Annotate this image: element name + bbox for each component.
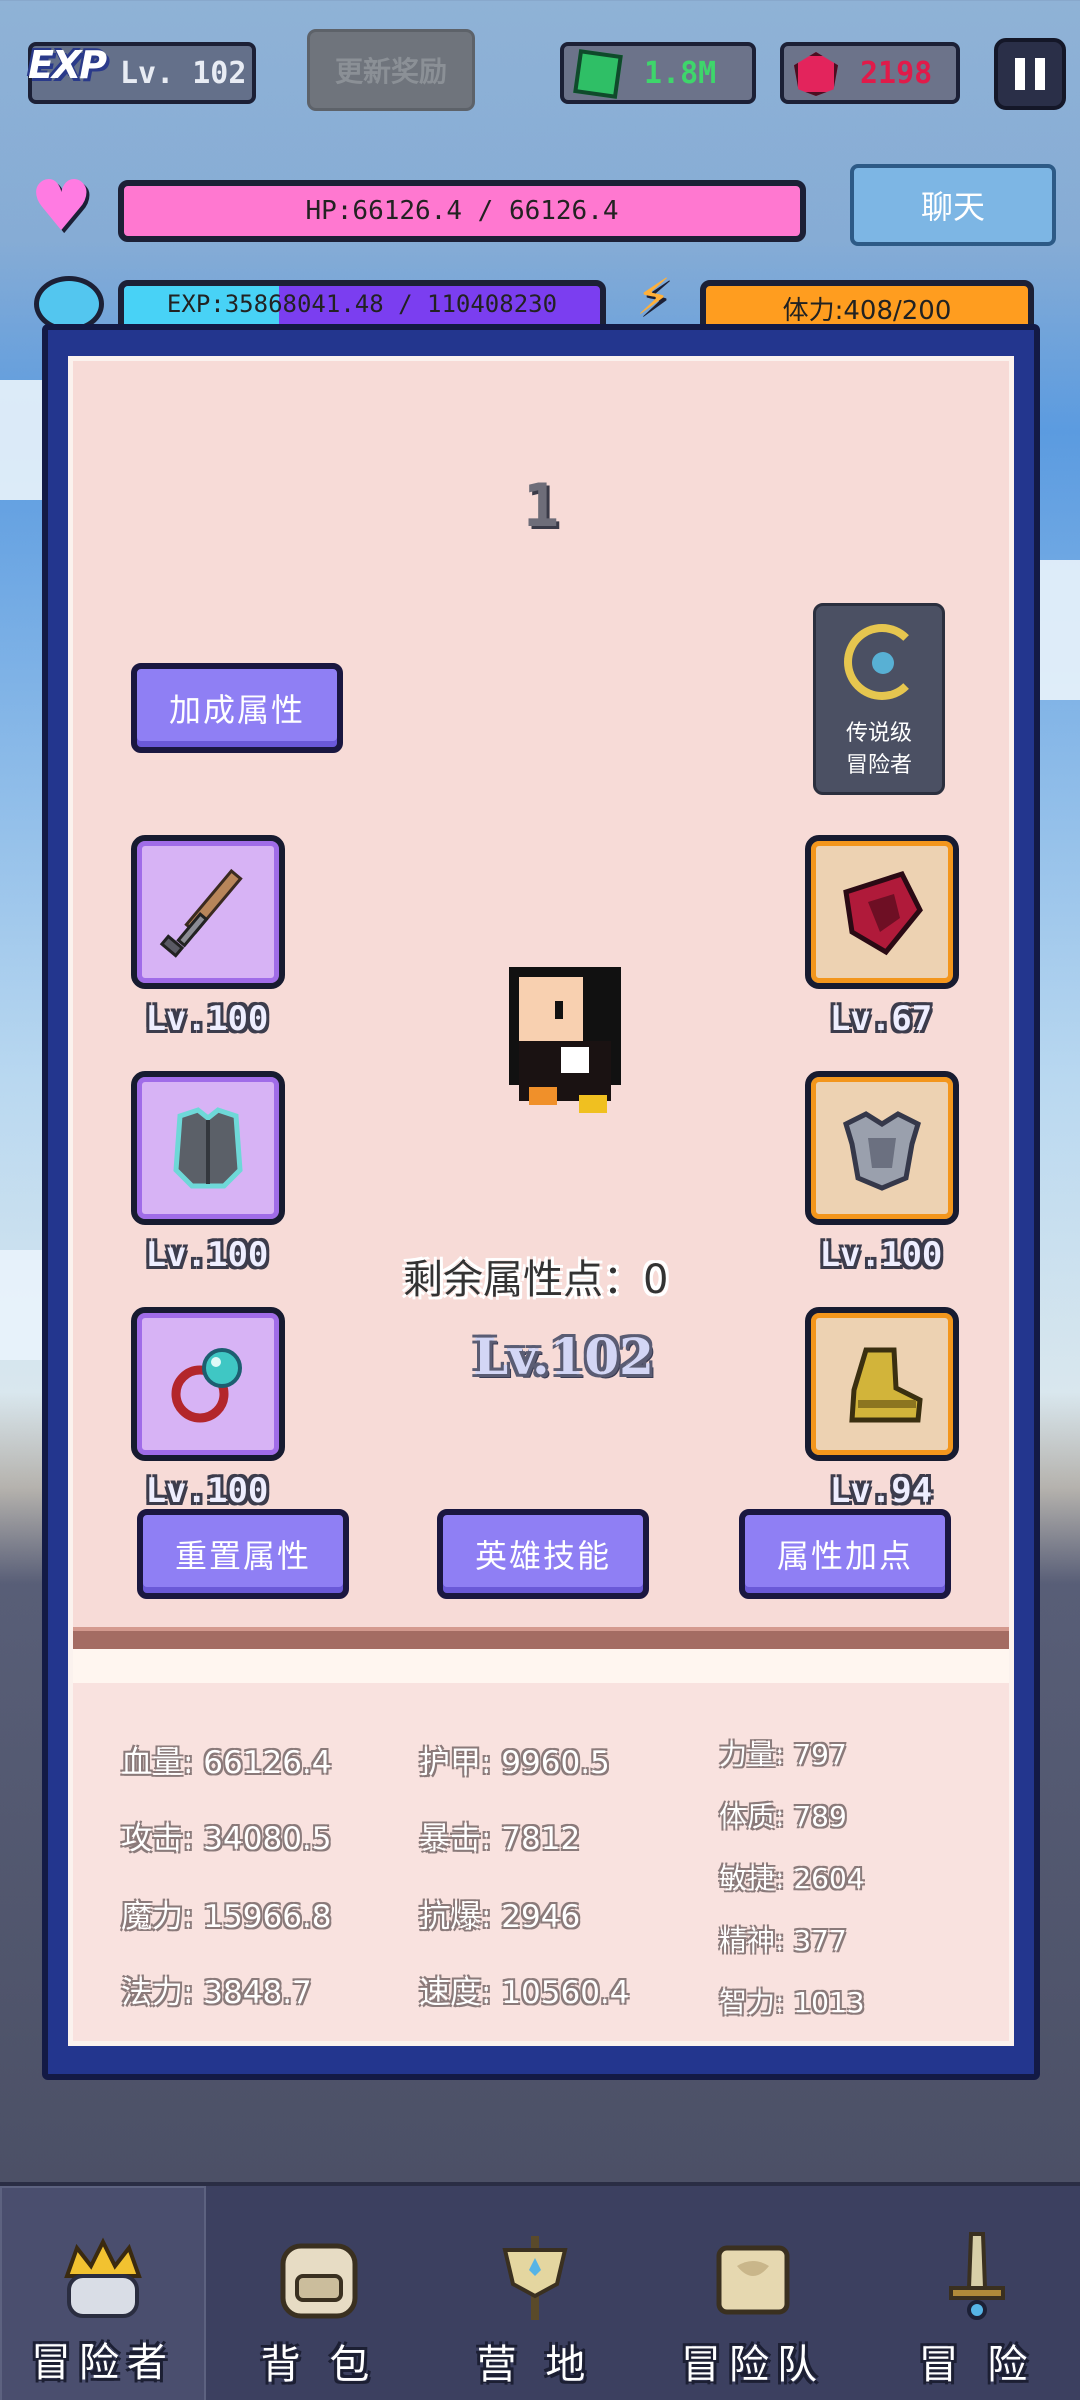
- shield-level: Lv.67: [829, 999, 933, 1039]
- gem-counter: 1.8M: [560, 42, 756, 104]
- nav-tab-team[interactable]: 冒险队: [650, 2186, 856, 2400]
- nav-label-team: 冒险队: [681, 2342, 825, 2388]
- ring-icon: [171, 1348, 242, 1423]
- badge-line1: 传说级: [845, 721, 912, 746]
- stat-mana: 法力: 3848.7: [121, 1975, 312, 2011]
- ruby-counter: 2198: [780, 42, 960, 104]
- stat-armor: 护甲: 9960.5: [419, 1745, 610, 1781]
- ring-level: Lv.100: [145, 1471, 269, 1511]
- backpack-icon: [269, 2226, 369, 2326]
- boots-icon: [849, 1347, 923, 1423]
- stat-intelligence: 智力: 1013: [719, 1986, 865, 2019]
- equip-slot-shield[interactable]: [805, 835, 959, 989]
- stat-constitution: 体质: 789: [719, 1800, 847, 1833]
- chest-armor-icon: [173, 1107, 243, 1189]
- equip-slot-plate[interactable]: [805, 1071, 959, 1225]
- stat-magic: 魔力: 15966.8: [121, 1899, 332, 1935]
- equip-slot-boots[interactable]: [805, 1307, 959, 1461]
- stats-section: 血量: 66126.4 攻击: 34080.5 魔力: 15966.8 法力: …: [73, 1683, 1009, 2041]
- plate-level: Lv.100: [819, 1235, 943, 1275]
- equip-slot-armor[interactable]: [131, 1071, 285, 1225]
- remaining-points: 剩余属性点：0: [403, 1257, 669, 1303]
- sword-icon: [159, 868, 243, 958]
- character-panel-body: 1 加成属性 传说级 冒险者 Lv.100 Lv.100 Lv.100 Lv.6…: [68, 356, 1014, 2046]
- stat-spirit: 精神: 377: [719, 1924, 847, 1957]
- stat-attack: 攻击: 34080.5: [121, 1821, 332, 1857]
- stat-crit-resist: 抗爆: 2946: [419, 1899, 581, 1935]
- hero-sprite: [495, 967, 635, 1117]
- stat-strength: 力量: 797: [719, 1738, 847, 1771]
- legendary-adventurer-badge[interactable]: 传说级 冒险者: [813, 603, 945, 795]
- hero-skills-button[interactable]: 英雄技能: [437, 1509, 649, 1599]
- plate-armor-icon: [843, 1111, 921, 1191]
- weapon-level: Lv.100: [145, 999, 269, 1039]
- player-level: Lv. 102: [120, 55, 247, 91]
- badge-line2: 冒险者: [845, 753, 912, 778]
- nav-tab-adventure[interactable]: 冒 险: [874, 2186, 1080, 2400]
- panel-top-number: 1: [522, 471, 560, 541]
- nav-label-adventure: 冒 险: [918, 2342, 1036, 2388]
- update-reward-button[interactable]: 更新奖励: [310, 32, 472, 108]
- reset-attributes-button[interactable]: 重置属性: [137, 1509, 349, 1599]
- shield-icon: [843, 870, 923, 956]
- ruby-gem-icon: [794, 52, 838, 96]
- stat-hp: 血量: 66126.4: [121, 1745, 332, 1781]
- nav-label-camp: 营 地: [476, 2342, 594, 2388]
- armor-level: Lv.100: [145, 1235, 269, 1275]
- background-cloud: [0, 1250, 44, 1360]
- equip-slot-weapon[interactable]: [131, 835, 285, 989]
- bonus-attributes-button[interactable]: 加成属性: [131, 663, 343, 753]
- bottom-nav: 冒险者 背 包 营 地 冒险队 冒 险: [0, 2182, 1080, 2400]
- panel-divider: [73, 1627, 1009, 1649]
- camp-banner-icon: [485, 2226, 585, 2326]
- chat-button[interactable]: 聊天: [850, 164, 1056, 246]
- hero-level: Lv.102: [473, 1327, 654, 1386]
- pause-button[interactable]: [994, 38, 1066, 110]
- nav-tab-adventurer[interactable]: 冒险者: [0, 2186, 206, 2400]
- gem-amount: 1.8M: [644, 55, 717, 91]
- stamina-text: 体力:408/200: [782, 296, 952, 326]
- crown-helmet-icon: [53, 2228, 153, 2328]
- nav-tab-backpack[interactable]: 背 包: [216, 2186, 422, 2400]
- hp-bar: HP:66126.4 / 66126.4: [118, 180, 806, 242]
- add-attribute-points-button[interactable]: 属性加点: [739, 1509, 951, 1599]
- ruby-amount: 2198: [860, 55, 933, 91]
- exp-text: EXP:35868041.48 / 110408230: [166, 290, 558, 318]
- stat-speed: 速度: 10560.4: [419, 1975, 630, 2011]
- nav-label-adventurer: 冒险者: [31, 2340, 175, 2386]
- nav-tab-camp[interactable]: 营 地: [432, 2186, 638, 2400]
- equip-slot-ring[interactable]: [131, 1307, 285, 1461]
- character-panel: 1 加成属性 传说级 冒险者 Lv.100 Lv.100 Lv.100 Lv.6…: [42, 324, 1040, 2080]
- pause-icon: [1015, 58, 1025, 90]
- badge-text: 传说级 冒险者: [816, 718, 942, 782]
- exp-logo-icon: EXP: [28, 43, 107, 87]
- nav-label-backpack: 背 包: [260, 2342, 378, 2388]
- heart-icon: ♥: [30, 165, 93, 247]
- emerald-gem-icon: [573, 49, 623, 99]
- stat-agility: 敏捷: 2604: [719, 1862, 865, 1895]
- lightning-icon: ⚡: [636, 268, 672, 326]
- stat-crit: 暴击: 7812: [419, 1821, 581, 1857]
- sword-hilt-icon: [927, 2226, 1027, 2326]
- book-icon: [703, 2226, 803, 2326]
- boots-level: Lv.94: [829, 1471, 933, 1511]
- hp-text: HP:66126.4 / 66126.4: [305, 196, 619, 226]
